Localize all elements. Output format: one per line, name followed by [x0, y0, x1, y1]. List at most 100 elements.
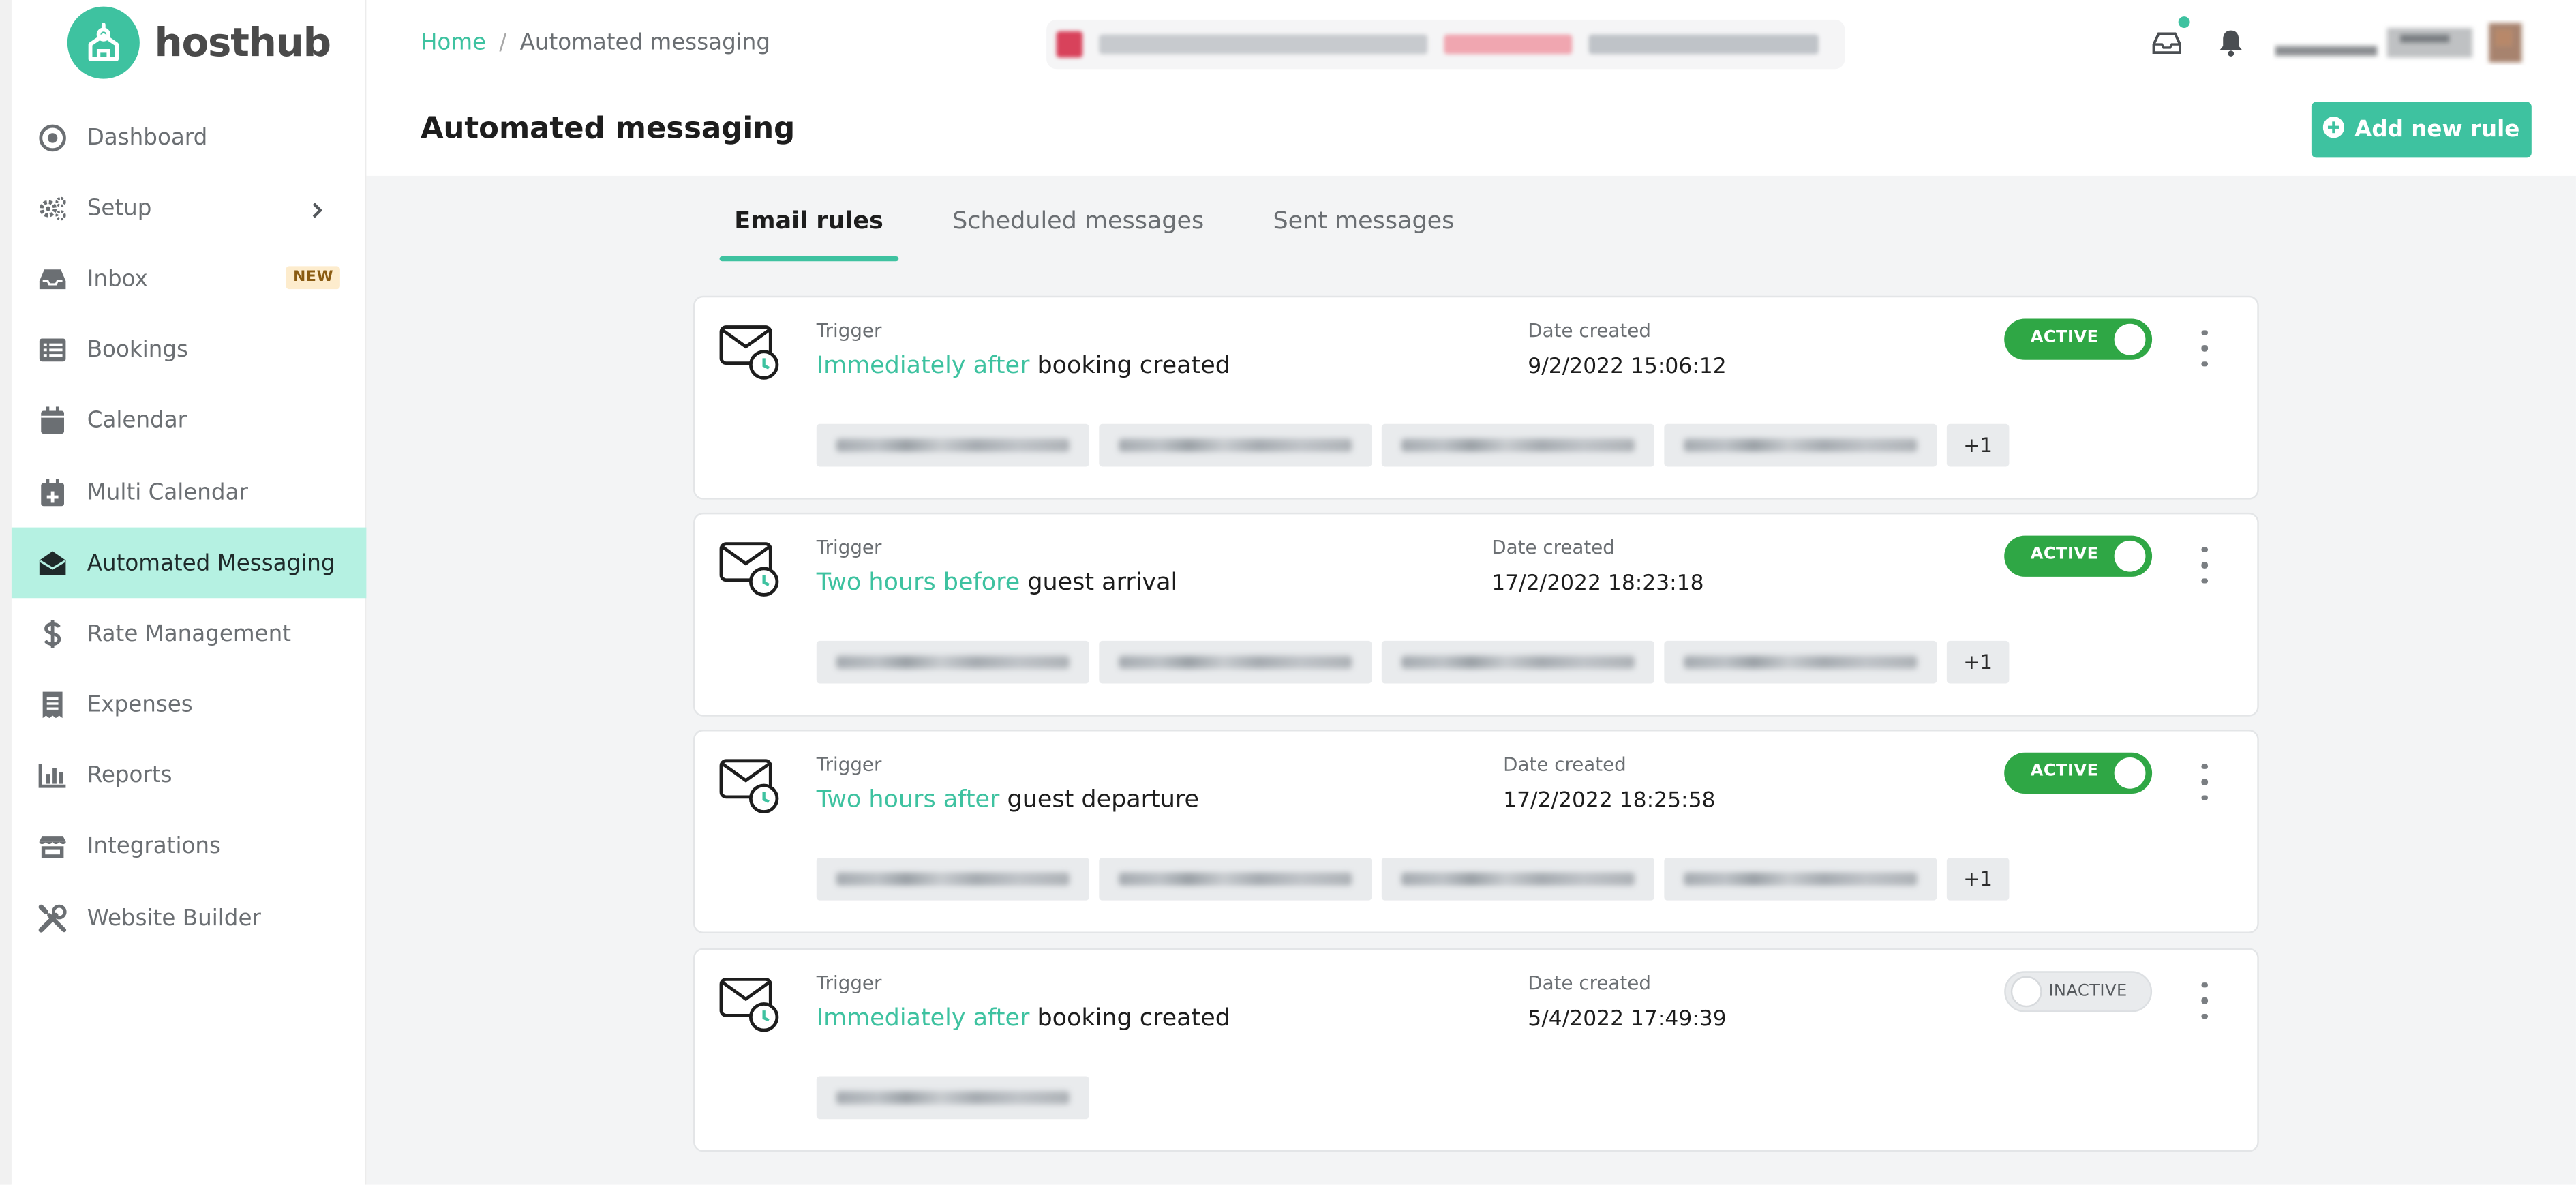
status-toggle-label: ACTIVE [2030, 545, 2099, 564]
status-toggle[interactable]: INACTIVE [2004, 971, 2153, 1012]
trigger-event: guest arrival [1027, 570, 1178, 597]
receipt-icon [37, 690, 67, 719]
property-chips: +1 [816, 640, 2010, 684]
new-badge: NEW [286, 267, 340, 290]
more-options-icon[interactable] [2196, 330, 2213, 367]
toggle-knob [2010, 976, 2042, 1008]
bell-icon[interactable] [2215, 27, 2247, 59]
date-created-value: 9/2/2022 15:06:12 [1528, 355, 1727, 380]
add-new-rule-button[interactable]: Add new rule [2311, 102, 2532, 158]
more-options-icon[interactable] [2196, 764, 2213, 800]
date-created-label: Date created [1503, 752, 1626, 776]
sidebar-item-label: Bookings [87, 337, 188, 363]
scheduled-mail-icon [719, 759, 779, 813]
redacted-block [1588, 34, 1819, 55]
sidebar-item-label: Website Builder [87, 905, 261, 931]
redacted-block [1444, 34, 1573, 55]
toggle-knob [2114, 758, 2146, 789]
rule-card[interactable]: Trigger Immediately after booking create… [693, 948, 2259, 1152]
trigger-label: Trigger [816, 971, 882, 995]
sidebar-item-label: Reports [87, 762, 172, 790]
date-created-value: 5/4/2022 17:49:39 [1528, 1007, 1727, 1032]
redacted-block [1099, 34, 1428, 55]
sidebar-edge [0, 0, 12, 1185]
breadcrumb-home-link[interactable]: Home [421, 29, 486, 56]
scheduled-mail-icon [719, 325, 779, 380]
property-chips: +1 [816, 423, 2010, 467]
tab-bar: Email rules Scheduled messages Sent mess… [719, 202, 1509, 262]
dollar-icon [37, 619, 67, 648]
sidebar-item-inbox[interactable]: Inbox NEW [12, 244, 367, 315]
redacted-property-chip [1381, 423, 1654, 467]
trigger-timing: Two hours after [816, 787, 1000, 813]
tab-sent-messages[interactable]: Sent messages [1258, 202, 1469, 254]
more-properties-chip[interactable]: +1 [1946, 640, 2010, 684]
redacted-property-chip [816, 423, 1089, 467]
sidebar-item-multi-calendar[interactable]: Multi Calendar [12, 457, 367, 528]
rule-card[interactable]: Trigger Two hours before guest arrival D… [693, 512, 2259, 717]
sidebar-item-rate-management[interactable]: Rate Management [12, 599, 367, 670]
bar-chart-icon [37, 762, 67, 791]
status-toggle[interactable]: ACTIVE [2004, 752, 2153, 794]
gears-icon [37, 194, 67, 223]
redacted-property-chip [1664, 858, 1937, 901]
trigger-description: Two hours before guest arrival [817, 570, 1177, 597]
redacted-user-menu[interactable] [2272, 20, 2535, 65]
sidebar-item-calendar[interactable]: Calendar [12, 386, 367, 457]
rule-card[interactable]: Date created Trigger Two hours after gue… [693, 730, 2259, 933]
status-toggle-label: ACTIVE [2030, 329, 2099, 347]
redacted-property-chip [1099, 423, 1372, 467]
house-logo-icon [67, 6, 140, 79]
date-created-label: Date created [1528, 318, 1651, 342]
status-toggle-label: ACTIVE [2030, 762, 2099, 781]
date-created-label: Date created [1528, 971, 1651, 995]
sidebar-item-automated-messaging[interactable]: Automated Messaging [11, 527, 367, 599]
sidebar-item-label: Integrations [87, 833, 221, 860]
trigger-timing: Two hours before [816, 570, 1020, 597]
sidebar-item-label: Inbox [87, 266, 148, 292]
dashboard-icon [37, 123, 67, 152]
inbox-icon [37, 265, 67, 294]
more-properties-chip[interactable]: +1 [1946, 858, 2010, 901]
sidebar-item-website-builder[interactable]: Website Builder [12, 882, 367, 953]
status-toggle[interactable]: ACTIVE [2004, 535, 2153, 577]
sidebar-item-dashboard[interactable]: Dashboard [12, 102, 367, 172]
sidebar-item-bookings[interactable]: Bookings [12, 315, 367, 386]
sidebar: hosthub Dashboard Setup Inbox NEW Bookin… [0, 0, 367, 1185]
sidebar-item-expenses[interactable]: Expenses [12, 670, 367, 740]
notification-dot [2178, 16, 2190, 28]
redacted-announcement-bar [1046, 19, 1845, 70]
inbox-header-icon[interactable] [2151, 27, 2183, 59]
toggle-knob [2114, 323, 2146, 355]
date-created-value: 17/2/2022 18:25:58 [1503, 788, 1716, 813]
redacted-property-chip [1381, 858, 1654, 901]
tab-email-rules[interactable]: Email rules [719, 202, 898, 262]
status-toggle-label: INACTIVE [2048, 982, 2127, 1001]
trigger-label: Trigger [816, 535, 882, 559]
sidebar-item-label: Setup [87, 195, 152, 222]
main-content: Email rules Scheduled messages Sent mess… [366, 175, 2576, 1185]
envelope-open-icon [37, 548, 67, 578]
app-root: hosthub Dashboard Setup Inbox NEW Bookin… [0, 0, 2576, 1185]
sidebar-item-setup[interactable]: Setup [12, 173, 367, 244]
rule-card[interactable]: Trigger Immediately after booking create… [693, 295, 2259, 500]
tab-scheduled-messages[interactable]: Scheduled messages [937, 202, 1219, 254]
trigger-timing: Immediately after [816, 1005, 1030, 1032]
more-options-icon[interactable] [2196, 982, 2213, 1019]
scheduled-mail-icon [719, 977, 779, 1032]
status-toggle[interactable]: ACTIVE [2004, 318, 2153, 360]
tools-icon [37, 903, 67, 933]
redacted-block [1056, 31, 1083, 58]
breadcrumb-current: Automated messaging [519, 29, 771, 56]
sidebar-nav: Dashboard Setup Inbox NEW Bookings Calen… [11, 102, 367, 953]
sidebar-item-reports[interactable]: Reports [12, 740, 367, 811]
sidebar-item-integrations[interactable]: Integrations [12, 811, 367, 882]
trigger-event: booking created [1037, 1005, 1230, 1032]
page-title: Automated messaging [420, 111, 795, 147]
sidebar-item-label: Expenses [87, 691, 193, 719]
more-options-icon[interactable] [2196, 547, 2213, 584]
logo[interactable]: hosthub [67, 6, 331, 79]
more-properties-chip[interactable]: +1 [1946, 423, 2010, 467]
trigger-event: guest departure [1007, 787, 1199, 813]
trigger-description: Immediately after booking created [817, 353, 1230, 380]
